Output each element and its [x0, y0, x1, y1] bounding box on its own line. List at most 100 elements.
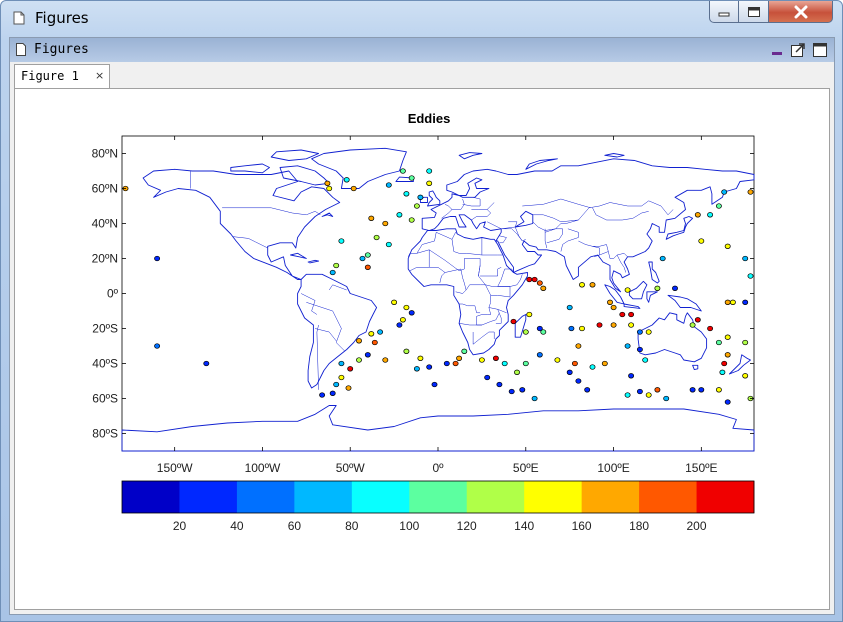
eddy-point [154, 343, 161, 349]
eddy-point [715, 387, 722, 393]
x-tick-label: 150ºE [685, 461, 717, 475]
eddy-point [610, 322, 617, 328]
colorbar-tick-label: 40 [230, 519, 244, 533]
eddy-point [382, 357, 389, 363]
colorbar-swatch [409, 481, 468, 513]
eddy-point [589, 282, 596, 288]
eddy-point [526, 311, 533, 318]
eddy-point [359, 255, 366, 262]
colorbar-swatch [351, 481, 410, 513]
maximize-icon [747, 6, 760, 17]
eddy-point [426, 168, 433, 174]
eddy-point [707, 212, 714, 218]
eddy-point [373, 234, 380, 241]
eddy-point [364, 264, 371, 270]
eddy-point [715, 339, 722, 346]
eddy-point [724, 352, 731, 358]
maximize-button[interactable] [739, 1, 769, 23]
colorbar-swatch [696, 481, 755, 513]
eddy-point [571, 360, 578, 367]
eddy-point [345, 385, 352, 391]
eddy-point [368, 215, 375, 221]
eddy-point [338, 238, 345, 244]
eddy-point [742, 255, 749, 262]
eddy-point [203, 360, 210, 367]
eddies-map-figure: Eddies 80ºN 60ºN 40ºN 20ºN 0º 20ºS 40ºS 60ºS 80º… [92, 111, 755, 533]
colorbar-tick-label: 160 [572, 519, 592, 533]
eddy-point [403, 304, 410, 311]
eddy-point [371, 339, 378, 346]
colorbar-swatch [639, 481, 697, 513]
x-tick-label: 150ºW [157, 461, 193, 475]
eddy-point [742, 299, 749, 305]
tab-close-icon[interactable]: × [95, 69, 104, 82]
eddy-point [531, 395, 538, 402]
y-tick-label: 40ºS [92, 357, 118, 371]
eddy-point [624, 392, 631, 398]
eddy-point [431, 381, 438, 388]
eddy-point [364, 252, 371, 258]
colorbar-tick-label: 100 [399, 519, 419, 533]
title-bar[interactable]: Figures [1, 1, 842, 37]
colorbar-swatch [524, 481, 583, 513]
eddy-point [319, 392, 326, 398]
eddy-point [417, 194, 424, 200]
eddy-point [659, 255, 666, 262]
eddy-point [607, 299, 613, 305]
colorbar-swatch [179, 481, 238, 513]
figure-canvas: Eddies 80ºN 60ºN 40ºN 20ºN 0º 20ºS 40ºS 60ºS 80º… [14, 88, 830, 610]
eddy-point [385, 182, 392, 188]
eddy-point [408, 217, 415, 223]
tab-figure-1[interactable]: Figure 1 × [14, 64, 110, 89]
eddy-point [721, 189, 728, 195]
colorbar-tick-label: 60 [288, 519, 302, 533]
eddy-point [536, 325, 543, 332]
eddy-point [413, 203, 420, 209]
minimize-button[interactable] [709, 1, 739, 23]
y-tick-label: 60ºN [92, 182, 118, 196]
eddy-point [356, 338, 362, 344]
eddy-point [154, 255, 161, 262]
close-button[interactable] [769, 1, 833, 23]
eddy-point [584, 387, 591, 393]
tab-strip: Figure 1 × [10, 62, 834, 89]
colorbar-swatch [294, 481, 353, 513]
eddy-point [522, 360, 529, 367]
eddy-point [536, 280, 543, 286]
eddy-point [689, 322, 696, 328]
eddy-point [554, 357, 561, 363]
eddy-point [391, 299, 398, 305]
eddy-point [368, 331, 375, 337]
panel-maximize-icon[interactable] [812, 42, 828, 58]
eddy-point [724, 399, 731, 405]
x-tick-label: 100ºW [245, 461, 281, 475]
eddy-point [329, 269, 336, 276]
undock-icon[interactable] [790, 42, 806, 58]
eddy-point [508, 388, 515, 395]
y-tick-label: 80ºN [92, 147, 118, 161]
colorbar-swatch [236, 481, 295, 513]
eddy-point [724, 334, 731, 340]
eddy-point [619, 311, 626, 318]
panel-minimize-icon[interactable] [770, 42, 784, 58]
eddy-point [742, 339, 749, 346]
eddy-point [642, 357, 649, 363]
colorbar-tick-label: 180 [629, 519, 649, 533]
eddy-point [408, 175, 415, 181]
eddy-point [624, 343, 631, 349]
eddy-point [452, 360, 459, 367]
eddy-point [413, 366, 420, 372]
eddy-point [610, 304, 617, 311]
eddy-point [501, 360, 508, 367]
figures-panel: Figures Figure 1 × Eddies 80ºN 60ºN 40ºN 20… [9, 37, 835, 615]
chart-title: Eddies [408, 111, 451, 126]
eddy-point [579, 282, 585, 288]
eddy-point [417, 355, 424, 361]
eddy-point [338, 374, 345, 381]
eddy-point [636, 388, 643, 395]
eddy-point [698, 238, 705, 244]
y-tick-label: 20ºN [92, 252, 118, 266]
eddy-point [719, 369, 726, 375]
y-tick-label: 60ºS [92, 392, 118, 406]
x-tick-label: 50ºW [336, 461, 366, 475]
